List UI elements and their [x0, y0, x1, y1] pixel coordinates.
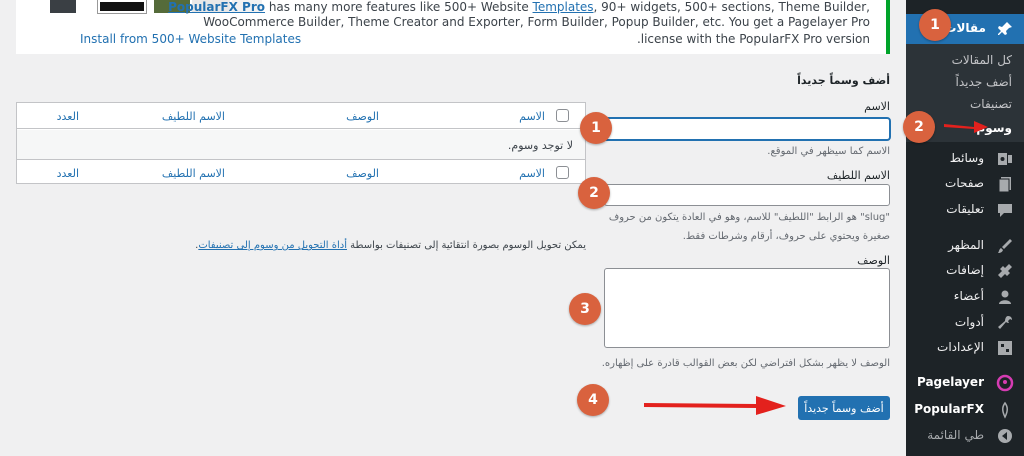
notice-text: , 90+ widgets, 500+ sections, Theme Buil…	[593, 0, 870, 14]
slug-help: "slug" هو الرابط "اللطيف" للاسم، وهو في …	[608, 212, 890, 242]
convert-note: يمكن تحويل الوسوم بصورة انتقائية إلى تصن…	[195, 240, 586, 251]
popularfx-pro-link[interactable]: PopularFX Pro	[168, 0, 265, 14]
convert-note-text: يمكن تحويل الوسوم بصورة انتقائية إلى تصن…	[347, 240, 586, 251]
tags-table: الاسم الوصف الاسم اللطيف العدد لا توجد و…	[16, 102, 586, 184]
column-description[interactable]: الوصف	[346, 110, 379, 123]
users-icon	[999, 290, 1011, 304]
install-templates-link[interactable]: Install from 500+ Website Templates	[80, 32, 301, 46]
column-slug[interactable]: الاسم اللطيف	[162, 167, 225, 180]
notice-text: has many more features like 500+ Website	[265, 0, 533, 14]
current-menu-arrow	[898, 21, 906, 37]
sidebar-item-label: المظهر	[948, 238, 984, 252]
step-badge: 4	[577, 384, 609, 416]
name-label: الاسم	[864, 100, 890, 113]
sidebar-item-media[interactable]: وسائط	[906, 147, 1024, 171]
description-label: الوصف	[857, 254, 890, 267]
sidebar-item-label: طي القائمة	[927, 428, 984, 442]
name-input[interactable]	[604, 118, 890, 140]
select-all-checkbox-footer[interactable]	[556, 166, 569, 179]
column-description[interactable]: الوصف	[346, 167, 379, 180]
sidebar-item-appearance[interactable]: المظهر	[906, 234, 1024, 258]
form-title: أضف وسماً جديداً	[797, 74, 890, 87]
submenu-categories[interactable]: تصنيفات	[970, 97, 1012, 111]
column-name[interactable]: الاسم	[519, 167, 545, 180]
column-slug[interactable]: الاسم اللطيف	[162, 110, 225, 123]
step-badge: 1	[919, 9, 951, 41]
comments-icon	[998, 204, 1012, 217]
sidebar-item-users[interactable]: أعضاء	[906, 285, 1024, 309]
sidebar-item-pages[interactable]: صفحات	[906, 172, 1024, 196]
pin-icon	[998, 22, 1012, 35]
sidebar-item-label: إضافات	[946, 263, 984, 277]
description-help: الوصف لا يظهر بشكل افتراضي لكن بعض القوا…	[601, 358, 890, 369]
thumbnail	[97, 0, 147, 14]
sidebar-item-label: تعليقات	[946, 202, 984, 216]
submenu-add-new[interactable]: أضف جديداً	[956, 75, 1012, 89]
sidebar-item-tools[interactable]: أدوات	[906, 311, 1024, 335]
sidebar-item-plugins[interactable]: إضافات	[906, 259, 1024, 283]
sidebar-item-popularfx[interactable]: PopularFX	[906, 398, 1024, 422]
step-badge: 2	[578, 177, 610, 209]
sidebar-item-label: وسائط	[949, 151, 984, 165]
sidebar-item-label: أدوات	[954, 315, 984, 329]
appearance-icon	[998, 239, 1012, 253]
sidebar-item-label: PopularFX	[914, 402, 984, 416]
sidebar-item-label: أعضاء	[953, 289, 984, 303]
step-badge: 3	[569, 293, 601, 325]
add-new-tag-button[interactable]: أضف وسماً جديداً	[798, 396, 890, 420]
thumbnail	[50, 0, 76, 13]
column-count[interactable]: العدد	[57, 110, 79, 123]
table-footer-row: الاسم الوصف الاسم اللطيف العدد	[17, 160, 585, 186]
no-tags-text: لا توجد وسوم.	[507, 139, 573, 152]
plugins-icon	[998, 264, 1012, 278]
red-arrow	[944, 121, 988, 133]
table-row: لا توجد وسوم.	[17, 130, 585, 160]
media-icon	[998, 153, 1012, 165]
select-all-checkbox[interactable]	[556, 109, 569, 122]
notice-text-line2: WooCommerce Builder, Theme Creator and E…	[203, 15, 870, 29]
sidebar-item-label: الإعدادات	[937, 340, 984, 354]
step-badge: 2	[903, 111, 935, 143]
name-help: الاسم كما سيظهر في الموقع.	[767, 146, 890, 157]
table-header-row: الاسم الوصف الاسم اللطيف العدد	[17, 103, 585, 129]
tools-icon	[998, 316, 1012, 329]
red-arrow	[644, 396, 786, 415]
column-count[interactable]: العدد	[57, 167, 79, 180]
settings-icon	[998, 341, 1012, 355]
sidebar-item-label: Pagelayer	[916, 375, 984, 389]
notice-text-line1: PopularFX Pro has many more features lik…	[168, 0, 870, 14]
notice-banner: PopularFX Pro has many more features lik…	[16, 0, 890, 54]
description-textarea[interactable]	[604, 268, 890, 348]
column-name[interactable]: الاسم	[519, 110, 545, 123]
pagelayer-icon	[996, 374, 1014, 392]
templates-link[interactable]: Templates	[533, 0, 594, 14]
pages-icon	[998, 177, 1011, 193]
sidebar-item-pagelayer[interactable]: Pagelayer	[906, 371, 1024, 395]
notice-text-line3: .license with the PopularFX Pro version	[636, 32, 870, 46]
admin-sidebar: مقالات كل المقالات أضف جديداً تصنيفات وس…	[898, 0, 1024, 456]
sidebar-item-label: صفحات	[945, 176, 984, 190]
collapse-icon	[998, 429, 1012, 443]
slug-input[interactable]	[604, 184, 890, 206]
slug-label: الاسم اللطيف	[826, 169, 890, 182]
submenu-all-posts[interactable]: كل المقالات	[952, 53, 1012, 67]
sidebar-item-comments[interactable]: تعليقات	[906, 198, 1024, 222]
sidebar-item-settings[interactable]: الإعدادات	[906, 336, 1024, 360]
collapse-menu-button[interactable]: طي القائمة	[906, 424, 1024, 448]
popularfx-icon	[1002, 401, 1008, 419]
step-badge: 1	[580, 112, 612, 144]
category-converter-link[interactable]: أداة التحويل من وسوم إلى تصنيفات	[198, 240, 347, 251]
